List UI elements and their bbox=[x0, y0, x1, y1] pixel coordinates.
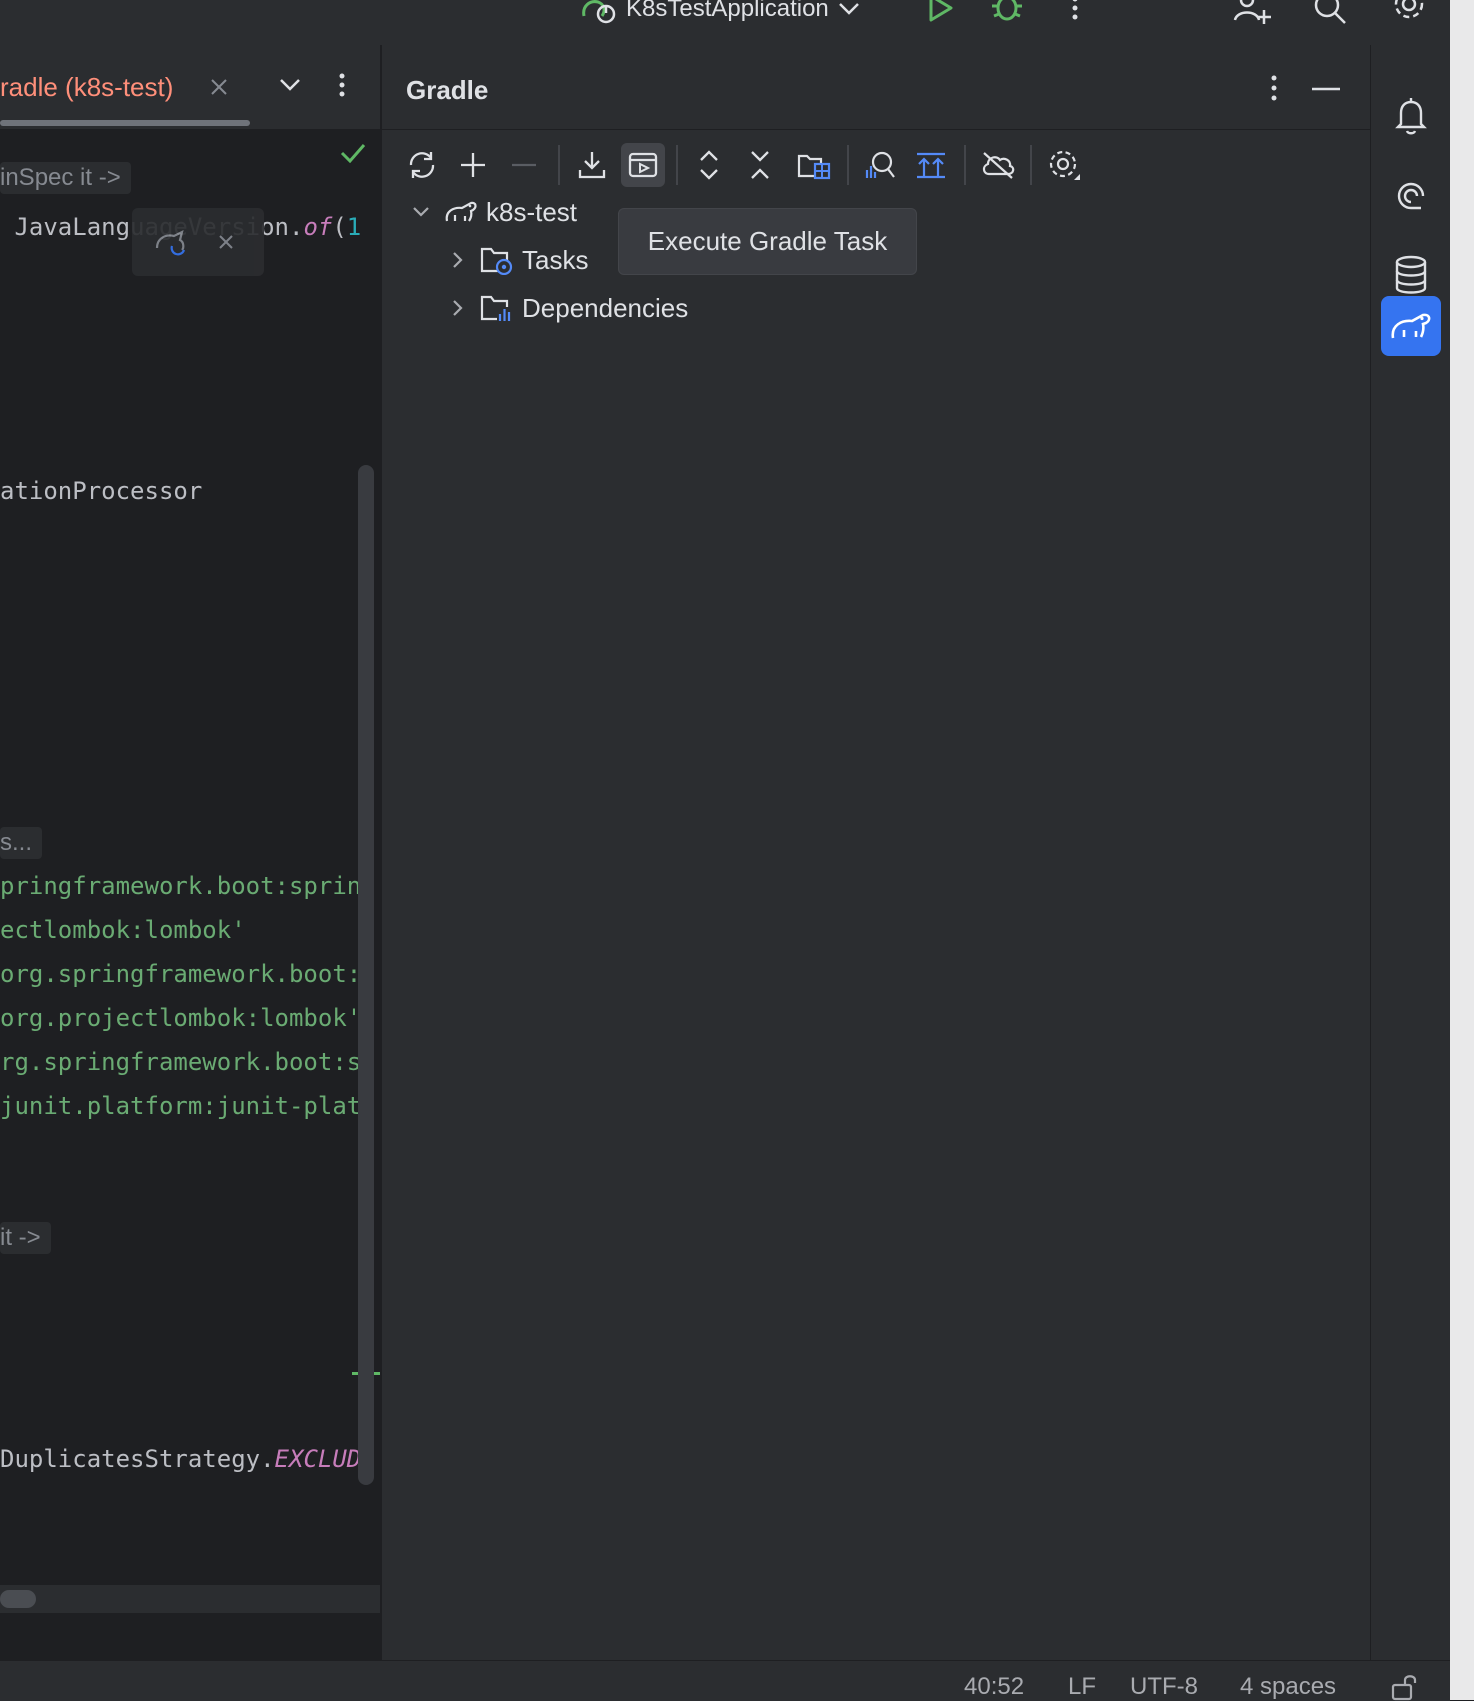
main-toolbar: K8sTestApplication bbox=[0, 0, 1450, 46]
collapse-all-icon[interactable] bbox=[738, 143, 782, 187]
more-actions-icon[interactable] bbox=[1268, 75, 1280, 103]
vertical-scrollbar[interactable] bbox=[358, 465, 374, 1485]
cursor-position[interactable]: 40:52 bbox=[964, 1673, 1024, 1701]
editor-tab[interactable]: radle (k8s-test) bbox=[0, 45, 250, 129]
code-token: ectlombok:lombok' bbox=[0, 916, 246, 944]
more-actions-icon[interactable] bbox=[1068, 0, 1082, 22]
run-config-label: K8sTestApplication bbox=[626, 0, 829, 22]
lock-icon[interactable] bbox=[1390, 1673, 1420, 1701]
close-icon[interactable] bbox=[218, 234, 234, 250]
code-line: rg.springframework.boot:s bbox=[0, 1048, 361, 1076]
chevron-down-icon[interactable] bbox=[278, 77, 302, 93]
reload-icon[interactable] bbox=[400, 143, 444, 187]
gradle-reload-popup bbox=[132, 208, 264, 276]
code-token: junit.platform:junit-plat bbox=[0, 1092, 362, 1120]
gradle-tool-button[interactable] bbox=[1381, 296, 1441, 356]
file-encoding[interactable]: UTF-8 bbox=[1130, 1673, 1198, 1701]
toggle-offline-icon[interactable] bbox=[909, 143, 953, 187]
editor-tab-label: radle (k8s-test) bbox=[0, 72, 174, 102]
editor-tab-bar: radle (k8s-test) bbox=[0, 45, 380, 129]
tree-node-label: Tasks bbox=[522, 244, 589, 275]
code-line: DuplicatesStrategy.EXCLUD bbox=[0, 1445, 361, 1473]
download-icon[interactable] bbox=[570, 143, 614, 187]
chevron-down-icon bbox=[837, 1, 861, 17]
execute-task-icon[interactable] bbox=[621, 143, 665, 187]
minus-icon bbox=[502, 143, 546, 187]
code-line: pringframework.boot:sprin bbox=[0, 872, 361, 900]
folder-dependencies-icon bbox=[480, 293, 514, 323]
chevron-down-icon[interactable] bbox=[410, 201, 432, 223]
code-token: EXCLUD bbox=[274, 1445, 362, 1473]
code-token: org.projectlombok:lombok' bbox=[0, 1004, 362, 1032]
check-icon bbox=[340, 143, 366, 163]
gradle-settings-icon[interactable] bbox=[1042, 143, 1086, 187]
tree-node-tasks[interactable]: Tasks bbox=[448, 240, 588, 280]
tab-underline bbox=[0, 120, 250, 126]
code-editor[interactable]: radle (k8s-test) inSpec it -> s... it ->… bbox=[0, 45, 380, 1660]
code-line: ectlombok:lombok' bbox=[0, 916, 246, 944]
analyze-dependencies-icon[interactable] bbox=[858, 143, 902, 187]
expand-all-icon[interactable] bbox=[687, 143, 731, 187]
tree-node-label: Dependencies bbox=[522, 292, 689, 323]
code-token: ationProcessor bbox=[0, 477, 203, 505]
panel-title: Gradle bbox=[406, 75, 489, 105]
toolbar-separator bbox=[558, 145, 560, 185]
chevron-right-icon[interactable] bbox=[448, 249, 468, 271]
toolbar-separator bbox=[964, 145, 966, 185]
code-token: ( bbox=[332, 213, 347, 241]
code-token: 1 bbox=[346, 213, 362, 241]
code-line: ationProcessor bbox=[0, 477, 202, 505]
code-line: org.projectlombok:lombok' bbox=[0, 1004, 361, 1032]
horizontal-scrollbar-track bbox=[0, 1585, 380, 1613]
toolbar-separator bbox=[847, 145, 849, 185]
more-actions-icon[interactable] bbox=[336, 73, 348, 99]
right-tool-strip bbox=[1370, 45, 1451, 1660]
inlay-hint: it -> bbox=[0, 1222, 51, 1254]
group-modules-icon[interactable] bbox=[792, 143, 836, 187]
add-user-icon[interactable] bbox=[1232, 0, 1272, 26]
close-icon[interactable] bbox=[210, 78, 228, 96]
status-bar: 40:52 LF UTF-8 4 spaces bbox=[0, 1660, 1450, 1701]
plus-icon[interactable] bbox=[451, 143, 495, 187]
indent-setting[interactable]: 4 spaces bbox=[1240, 1673, 1336, 1701]
folder-task-icon bbox=[480, 245, 514, 275]
line-separator[interactable]: LF bbox=[1068, 1673, 1096, 1701]
tree-node-root[interactable]: k8s-test bbox=[410, 192, 577, 232]
tree-node-label: k8s-test bbox=[486, 196, 578, 227]
gradle-tool-window: Gradle k8s-test Tasks Dependencies bbox=[382, 45, 1370, 1660]
ai-assistant-icon[interactable] bbox=[1381, 166, 1441, 226]
minimize-icon[interactable] bbox=[1312, 87, 1340, 91]
code-token: pringframework.boot:sprin bbox=[0, 872, 362, 900]
code-token: rg.springframework.boot:s bbox=[0, 1048, 362, 1076]
window-edge bbox=[1450, 0, 1474, 1700]
tooltip-text: Execute Gradle Task bbox=[647, 226, 888, 256]
run-config-selector[interactable]: K8sTestApplication bbox=[578, 0, 861, 24]
code-token: of bbox=[303, 213, 333, 241]
code-token: org.springframework.boot: bbox=[0, 960, 362, 988]
gradle-elephant-icon bbox=[444, 199, 478, 225]
search-icon[interactable] bbox=[1312, 0, 1348, 26]
debug-button[interactable] bbox=[990, 0, 1024, 24]
inlay-hint: s... bbox=[0, 827, 43, 859]
toolbar-separator bbox=[1030, 145, 1032, 185]
cloud-offline-icon[interactable] bbox=[976, 143, 1020, 187]
spring-boot-icon bbox=[578, 0, 618, 24]
header-separator bbox=[382, 129, 1370, 130]
gradle-reload-icon[interactable] bbox=[154, 228, 190, 258]
code-line: org.springframework.boot: bbox=[0, 960, 361, 988]
tooltip: Execute Gradle Task bbox=[618, 208, 917, 275]
horizontal-scrollbar[interactable] bbox=[0, 1590, 36, 1608]
notifications-icon[interactable] bbox=[1381, 86, 1441, 146]
tree-node-dependencies[interactable]: Dependencies bbox=[448, 288, 688, 328]
code-token: DuplicatesStrategy. bbox=[0, 1445, 275, 1473]
run-button[interactable] bbox=[925, 0, 955, 24]
chevron-right-icon[interactable] bbox=[448, 297, 468, 319]
code-line: junit.platform:junit-plat bbox=[0, 1092, 361, 1120]
gear-icon[interactable] bbox=[1390, 0, 1428, 24]
inlay-hint: inSpec it -> bbox=[0, 162, 131, 194]
toolbar-separator bbox=[676, 145, 678, 185]
